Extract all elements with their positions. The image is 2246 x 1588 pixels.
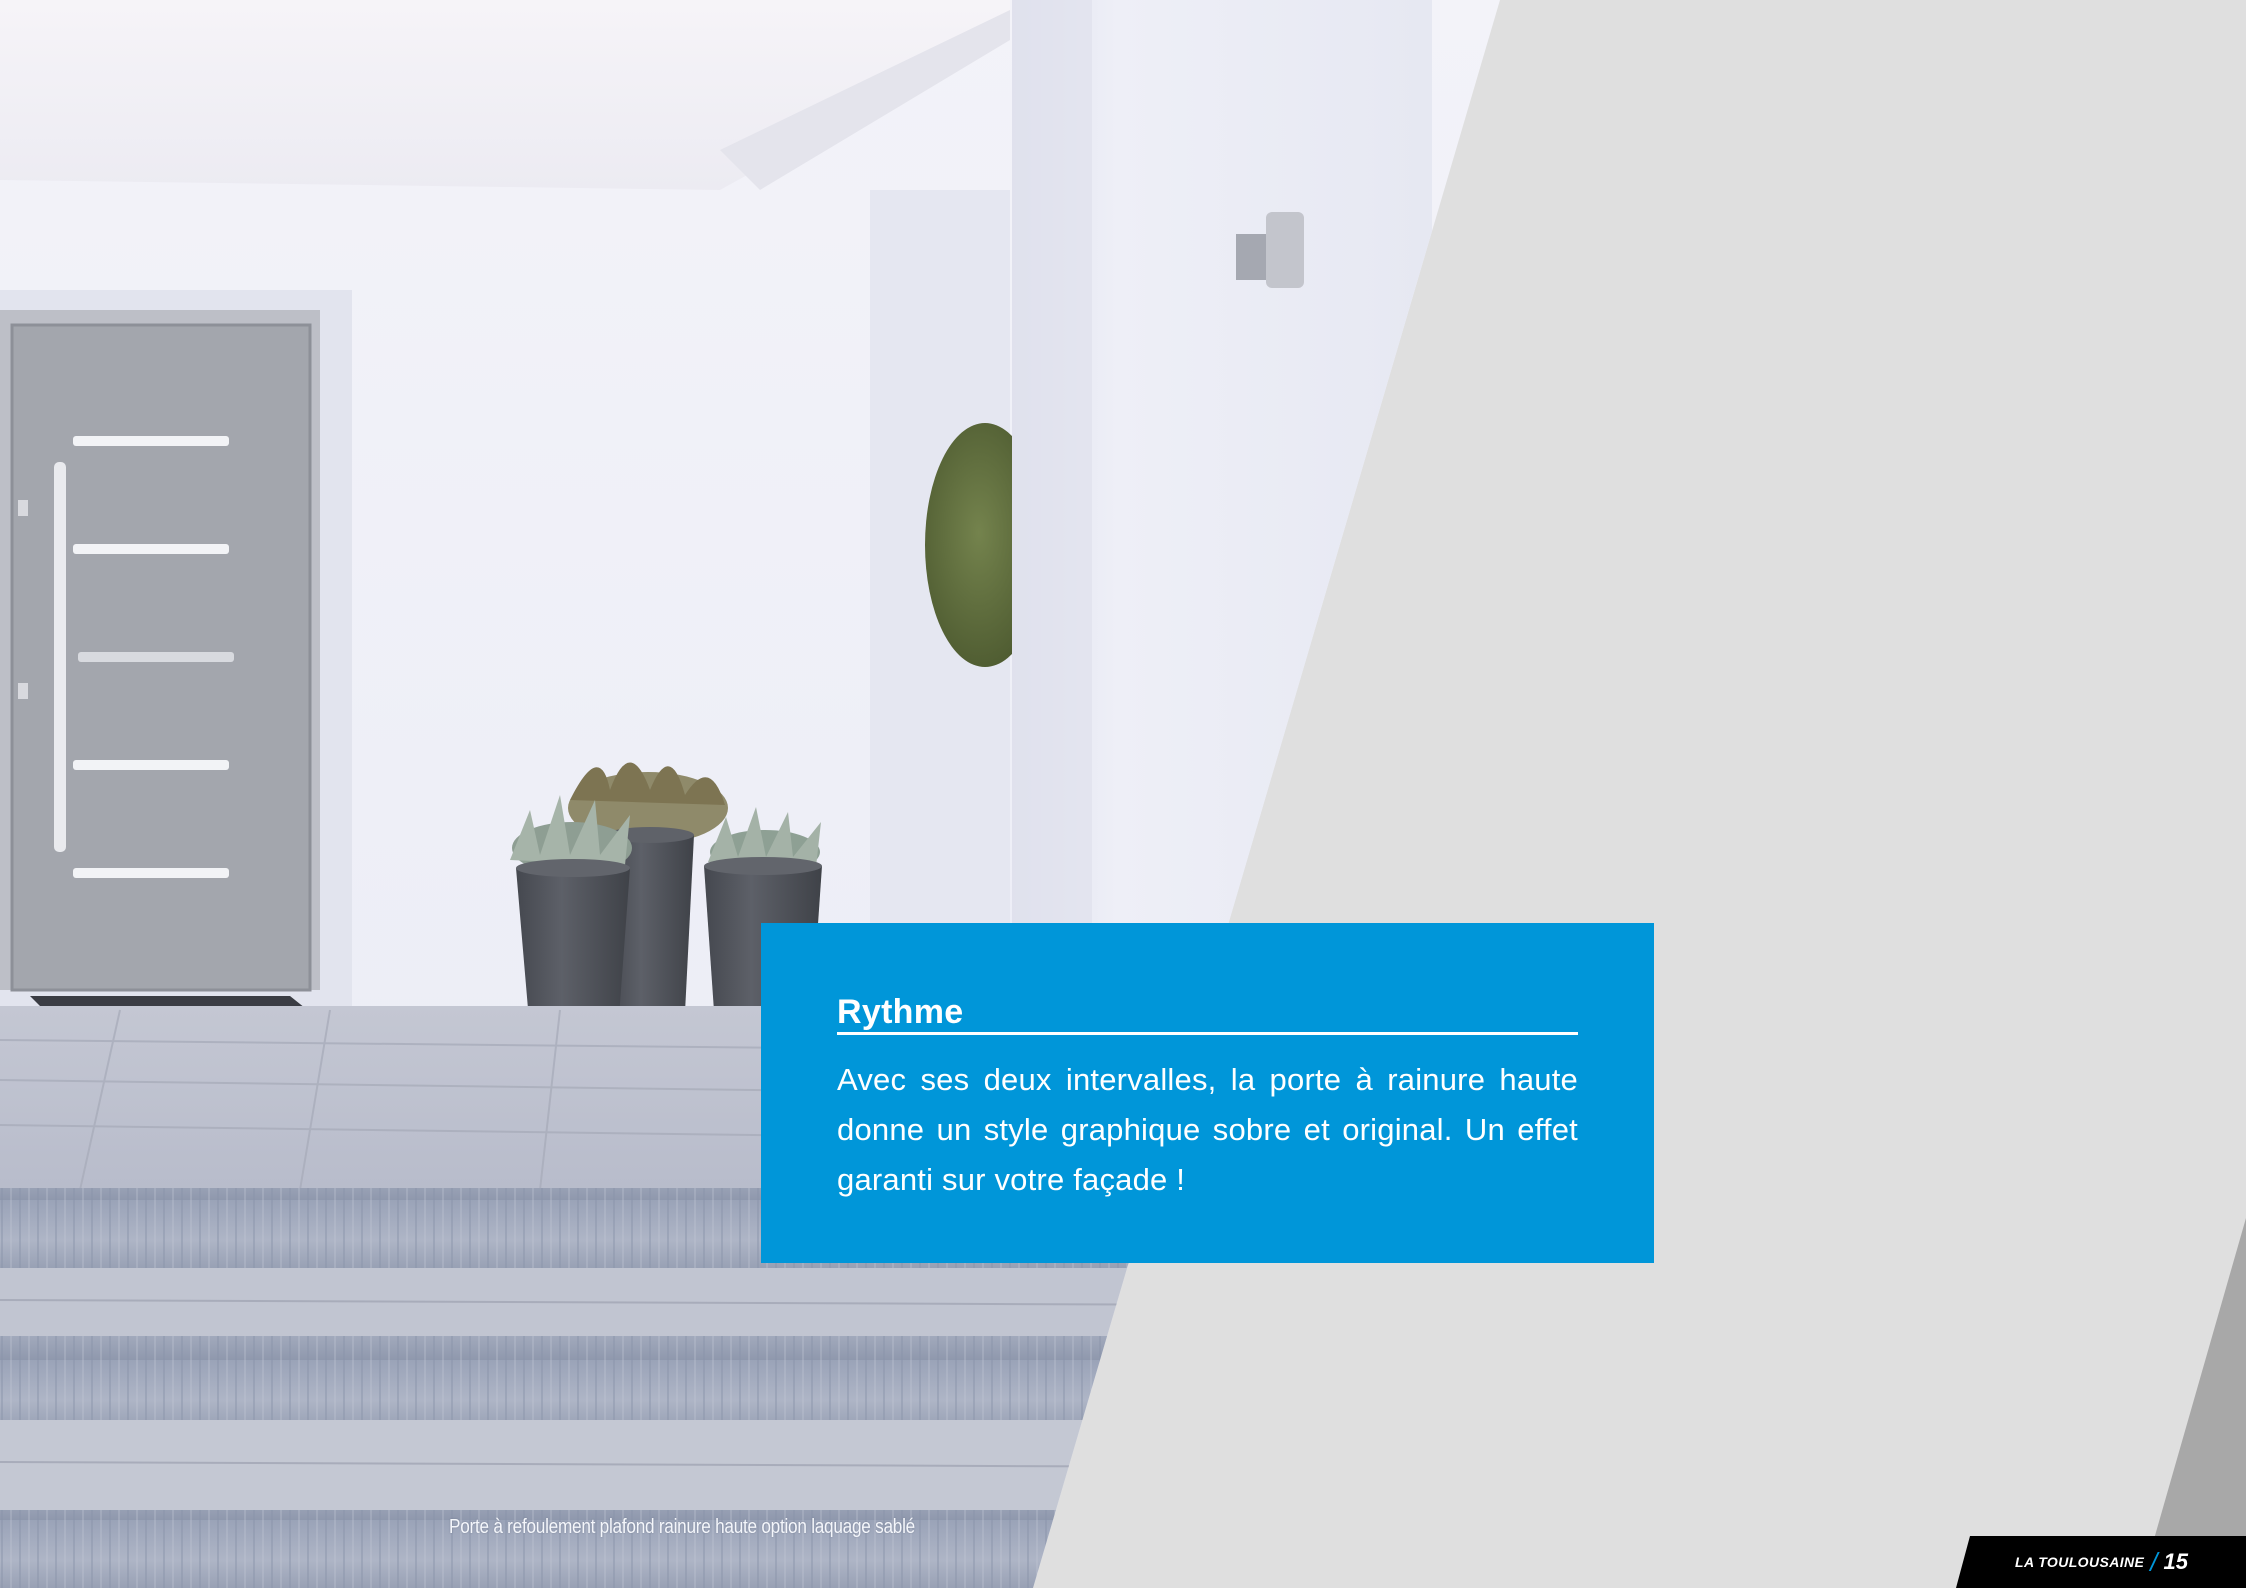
callout-body: Avec ses deux intervalles, la porte à ra…	[837, 1062, 1578, 1197]
page-number: 15	[2163, 1549, 2188, 1574]
footer-brand: LA TOULOUSAINE	[2015, 1554, 2145, 1570]
footer-separator: /	[2150, 1546, 2158, 1577]
footer-label: LA TOULOUSAINE / 15	[2015, 1546, 2188, 1578]
callout-box: Rythme Avec ses deux intervalles, la por…	[761, 923, 1654, 1263]
footer-page-tab: LA TOULOUSAINE / 15	[1956, 1536, 2246, 1588]
callout-title: Rythme	[837, 993, 1578, 1035]
photo-caption: Porte à refoulement plafond rainure haut…	[449, 1516, 915, 1538]
house-entrance-photo	[0, 0, 2246, 1588]
